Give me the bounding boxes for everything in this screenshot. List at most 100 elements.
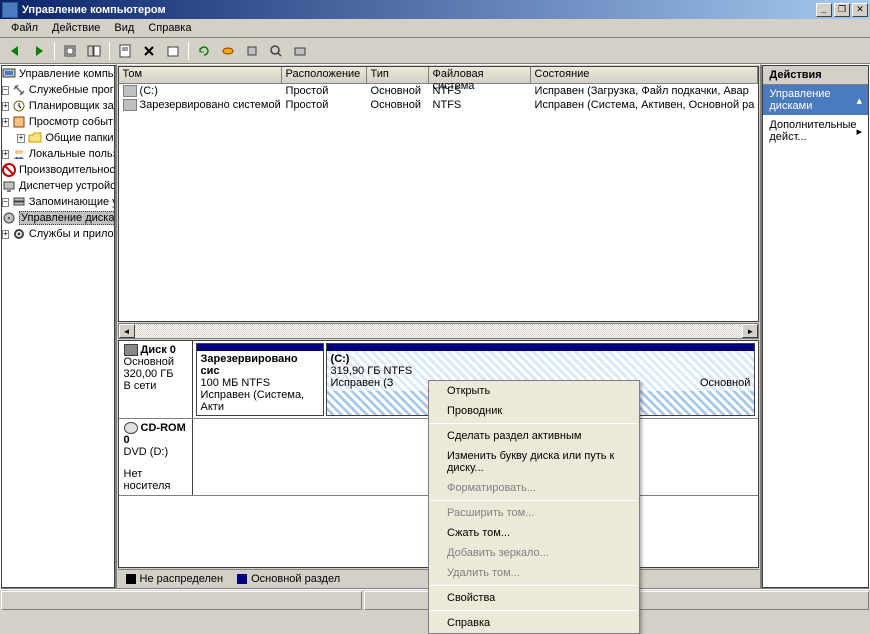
disk-icon [124, 344, 138, 356]
tool-button-3[interactable] [265, 40, 287, 62]
refresh-button[interactable] [193, 40, 215, 62]
ctx-properties[interactable]: Свойства [429, 588, 639, 608]
col-fs[interactable]: Файловая система [429, 67, 531, 84]
cell-name: Зарезервировано системой [119, 98, 282, 112]
tree-item-devmgr[interactable]: Диспетчер устройств [2, 178, 114, 194]
col-layout[interactable]: Расположение [282, 67, 367, 84]
properties-button[interactable] [114, 40, 136, 62]
computer-icon [2, 67, 16, 81]
storage-icon [12, 195, 26, 209]
perf-icon [2, 163, 16, 177]
ctx-help[interactable]: Справка [429, 613, 639, 633]
context-menu: Открыть Проводник Сделать раздел активны… [428, 380, 640, 634]
actions-title[interactable]: Управление дисками ▴ [763, 85, 868, 115]
menu-help[interactable]: Справка [141, 20, 198, 36]
folder-icon [28, 131, 42, 145]
collapse-icon[interactable]: − [2, 198, 9, 207]
ctx-mirror: Добавить зеркало... [429, 543, 639, 563]
actions-pane: Действия Управление дисками ▴ Дополнител… [761, 64, 870, 589]
status-cell [1, 591, 362, 610]
drive-icon [123, 85, 137, 97]
collapse-icon[interactable]: − [2, 86, 9, 95]
ctx-extend: Расширить том... [429, 503, 639, 523]
menu-action[interactable]: Действие [45, 20, 107, 36]
tree-group-storage[interactable]: −Запоминающие устройства [2, 194, 114, 210]
expand-icon[interactable]: + [2, 230, 9, 239]
volume-row[interactable]: Зарезервировано системой Простой Основно… [119, 98, 759, 112]
disk-icon [2, 211, 16, 225]
cdrom-icon [124, 422, 138, 434]
tree-item-sharedfolders[interactable]: +Общие папки [2, 130, 114, 146]
tree-group-services[interactable]: +Службы и приложения [2, 226, 114, 242]
actions-more[interactable]: Дополнительные дейст... ▸ [763, 115, 868, 147]
device-icon [2, 179, 16, 193]
ctx-open[interactable]: Открыть [429, 381, 639, 401]
menu-view[interactable]: Вид [107, 20, 141, 36]
partition-header [327, 344, 755, 351]
legend-primary-swatch [237, 574, 247, 584]
show-hide-button[interactable] [83, 40, 105, 62]
ctx-delete: Удалить том... [429, 563, 639, 583]
volume-row[interactable]: (C:) Простой Основной NTFS Исправен (Заг… [119, 84, 759, 98]
tree-item-users[interactable]: +Локальные пользовател [2, 146, 114, 162]
disk-label[interactable]: Диск 0 Основной 320,00 ГБ В сети [119, 341, 193, 418]
scroll-right-button[interactable]: ► [742, 324, 758, 338]
chevron-up-icon: ▴ [856, 94, 862, 107]
export-button[interactable] [162, 40, 184, 62]
tools-icon [12, 83, 26, 97]
legend-unallocated-swatch [126, 574, 136, 584]
ctx-format: Форматировать... [429, 478, 639, 498]
event-icon [12, 115, 26, 129]
column-headers: Том Расположение Тип Файловая система Со… [119, 67, 759, 84]
tree-item-eventviewer[interactable]: +Просмотр событий [2, 114, 114, 130]
tree-pane: Управление компьютером (лока −Служебные … [0, 64, 116, 589]
maximize-button[interactable]: ❐ [834, 3, 850, 17]
partition-header [197, 344, 323, 351]
menubar: Файл Действие Вид Справка [0, 19, 870, 38]
ctx-change-letter[interactable]: Изменить букву диска или путь к диску... [429, 446, 639, 478]
volume-list[interactable]: Том Расположение Тип Файловая система Со… [118, 66, 760, 322]
actions-header: Действия [763, 66, 868, 85]
clock-icon [12, 99, 26, 113]
ctx-make-active[interactable]: Сделать раздел активным [429, 426, 639, 446]
delete-button[interactable] [138, 40, 160, 62]
window-titlebar: Управление компьютером _ ❐ ✕ [0, 0, 870, 19]
ctx-shrink[interactable]: Сжать том... [429, 523, 639, 543]
scroll-left-button[interactable]: ◄ [119, 324, 135, 338]
forward-button[interactable] [28, 40, 50, 62]
menu-file[interactable]: Файл [4, 20, 45, 36]
tree-item-scheduler[interactable]: +Планировщик заданий [2, 98, 114, 114]
expand-icon[interactable]: + [17, 134, 25, 143]
toolbar [0, 38, 870, 64]
legend-primary-label: Основной раздел [251, 573, 340, 585]
expand-icon[interactable]: + [2, 118, 9, 127]
ctx-explorer[interactable]: Проводник [429, 401, 639, 421]
close-button[interactable]: ✕ [852, 3, 868, 17]
cell-name: (C:) [119, 84, 282, 98]
app-icon [2, 2, 18, 18]
drive-icon [123, 99, 137, 111]
window-title: Управление компьютером [22, 4, 814, 16]
scroll-track[interactable] [135, 324, 743, 338]
expand-icon[interactable]: + [2, 150, 9, 159]
gear-icon [12, 227, 26, 241]
tree-view[interactable]: Управление компьютером (лока −Служебные … [1, 65, 115, 588]
disk-label[interactable]: CD-ROM 0 DVD (D:) Нет носителя [119, 419, 193, 495]
expand-icon[interactable]: + [2, 102, 9, 111]
tool-button-2[interactable] [241, 40, 263, 62]
tree-group-utilities[interactable]: −Служебные программы [2, 82, 114, 98]
col-type[interactable]: Тип [367, 67, 429, 84]
tool-button-1[interactable] [217, 40, 239, 62]
h-scrollbar[interactable]: ◄ ► [118, 323, 760, 339]
tree-root[interactable]: Управление компьютером (лока [2, 66, 114, 82]
tree-item-performance[interactable]: Производительность [2, 162, 114, 178]
col-volume[interactable]: Том [119, 67, 282, 84]
col-status[interactable]: Состояние [531, 67, 759, 84]
minimize-button[interactable]: _ [816, 3, 832, 17]
back-button[interactable] [4, 40, 26, 62]
tree-item-diskmgmt[interactable]: Управление дисками [2, 210, 114, 226]
up-button[interactable] [59, 40, 81, 62]
chevron-right-icon: ▸ [856, 125, 862, 138]
partition-reserved[interactable]: Зарезервировано сис 100 МБ NTFS Исправен… [196, 343, 324, 416]
tool-button-4[interactable] [289, 40, 311, 62]
